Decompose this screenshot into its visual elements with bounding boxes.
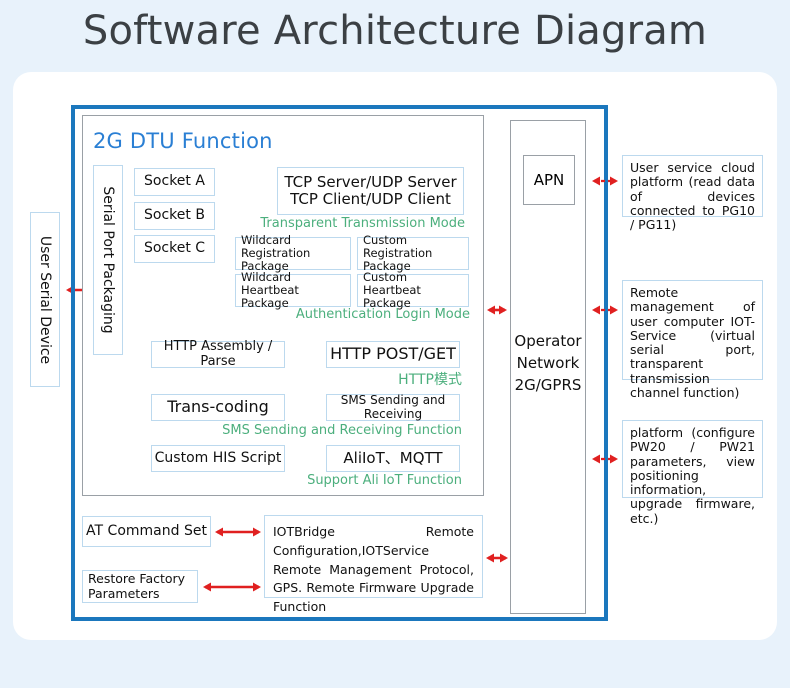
http-post-get-label: HTTP POST/GET	[330, 344, 456, 364]
sms-function-label: SMS Sending and Receiving Function	[222, 423, 462, 438]
serial-port-packaging-label: Serial Port Packaging	[100, 186, 116, 334]
arrow-at-command-to-iotbridge	[211, 525, 265, 539]
trans-coding-label: Trans-coding	[167, 397, 269, 417]
aliiot-mqtt-box: AliIoT、MQTT	[326, 445, 460, 472]
tcp-server-line: TCP Server/UDP Server	[284, 172, 457, 191]
apn-box: APN	[523, 155, 575, 205]
custom-heartbeat-label: Custom Heartbeat Package	[363, 269, 421, 311]
tcp-client-line: TCP Client/UDP Client	[290, 190, 451, 208]
page-title: Software Architecture Diagram	[82, 8, 708, 54]
arrow-operator-to-cloud-platform	[588, 174, 622, 188]
platform-config-box: platform (configure PW20 / PW21 paramete…	[622, 420, 763, 525]
remote-management-box: Remote management of user computer IOT-S…	[622, 280, 763, 399]
user-serial-device-box: User Serial Device	[30, 212, 60, 387]
operator-network-column: APN Operator Network 2G/GPRS	[510, 120, 586, 614]
diagram-page: Software Architecture Diagram User Seria…	[0, 0, 790, 688]
operator-line-2: Network	[516, 353, 580, 372]
operator-line-3: 2G/GPRS	[514, 375, 582, 394]
socket-c-box: Socket C	[134, 235, 215, 263]
arrow-operator-to-platform-config	[588, 452, 622, 466]
custom-his-script-box: Custom HIS Script	[151, 445, 285, 472]
custom-heartbeat-box: Custom Heartbeat Package	[357, 269, 469, 311]
wildcard-heartbeat-box: Wildcard Heartbeat Package	[235, 269, 351, 311]
wildcard-heartbeat-label: Wildcard Heartbeat Package	[241, 269, 299, 311]
aliiot-mqtt-label: AliIoT、MQTT	[343, 448, 443, 467]
dtu-heading: 2G DTU Function	[93, 129, 273, 153]
serial-port-packaging-box: Serial Port Packaging	[93, 165, 123, 355]
arrow-iotbridge-to-operator	[483, 551, 511, 565]
wildcard-registration-label: Wildcard Registration Package	[241, 232, 311, 274]
socket-b-label: Socket B	[144, 207, 205, 224]
transparent-transmission-box: TCP Server/UDP Server TCP Client/UDP Cli…	[277, 167, 464, 215]
socket-b-box: Socket B	[134, 202, 215, 230]
ali-iot-function-label: Support Ali IoT Function	[307, 473, 462, 488]
apn-label: APN	[533, 171, 565, 189]
custom-his-script-label: Custom HIS Script	[154, 449, 282, 466]
operator-network-label: Operator Network 2G/GPRS	[511, 331, 585, 396]
http-assembly-label: HTTP Assembly / Parse	[163, 338, 273, 369]
custom-registration-box: Custom Registration Package	[357, 232, 469, 274]
arrow-operator-to-remote-management	[588, 303, 622, 317]
custom-registration-label: Custom Registration Package	[363, 232, 433, 274]
user-serial-device-label: User Serial Device	[37, 235, 53, 364]
at-command-set-label: AT Command Set	[86, 522, 207, 539]
socket-a-box: Socket A	[134, 168, 215, 196]
platform-config-label: platform (configure PW20 / PW21 paramete…	[630, 425, 755, 526]
arrow-dtu-to-operator	[484, 303, 510, 317]
http-post-get-box: HTTP POST/GET	[326, 341, 460, 368]
trans-coding-box: Trans-coding	[151, 394, 285, 421]
transparent-transmission-mode-label: Transparent Transmission Mode	[260, 216, 465, 231]
iotbridge-box: IOTBridge Remote Configuration,IOTServic…	[264, 515, 483, 614]
at-command-set-box: AT Command Set	[82, 516, 211, 547]
operator-line-1: Operator	[514, 332, 582, 350]
http-mode-label: HTTP模式	[398, 372, 462, 388]
arrow-restore-to-iotbridge	[199, 580, 265, 594]
http-assembly-box: HTTP Assembly / Parse	[151, 338, 285, 369]
restore-factory-parameters-label: Restore Factory Parameters	[88, 571, 186, 601]
cloud-platform-box: User service cloud platform (read data o…	[622, 155, 763, 232]
restore-factory-parameters-box: Restore Factory Parameters	[82, 570, 198, 603]
sms-sending-receiving-label: SMS Sending and Receiving	[340, 392, 446, 421]
sms-sending-receiving-box: SMS Sending and Receiving	[326, 392, 460, 421]
wildcard-registration-box: Wildcard Registration Package	[235, 232, 351, 274]
socket-a-label: Socket A	[144, 173, 205, 190]
authentication-login-mode-label: Authentication Login Mode	[295, 307, 470, 322]
socket-c-label: Socket C	[143, 240, 206, 257]
